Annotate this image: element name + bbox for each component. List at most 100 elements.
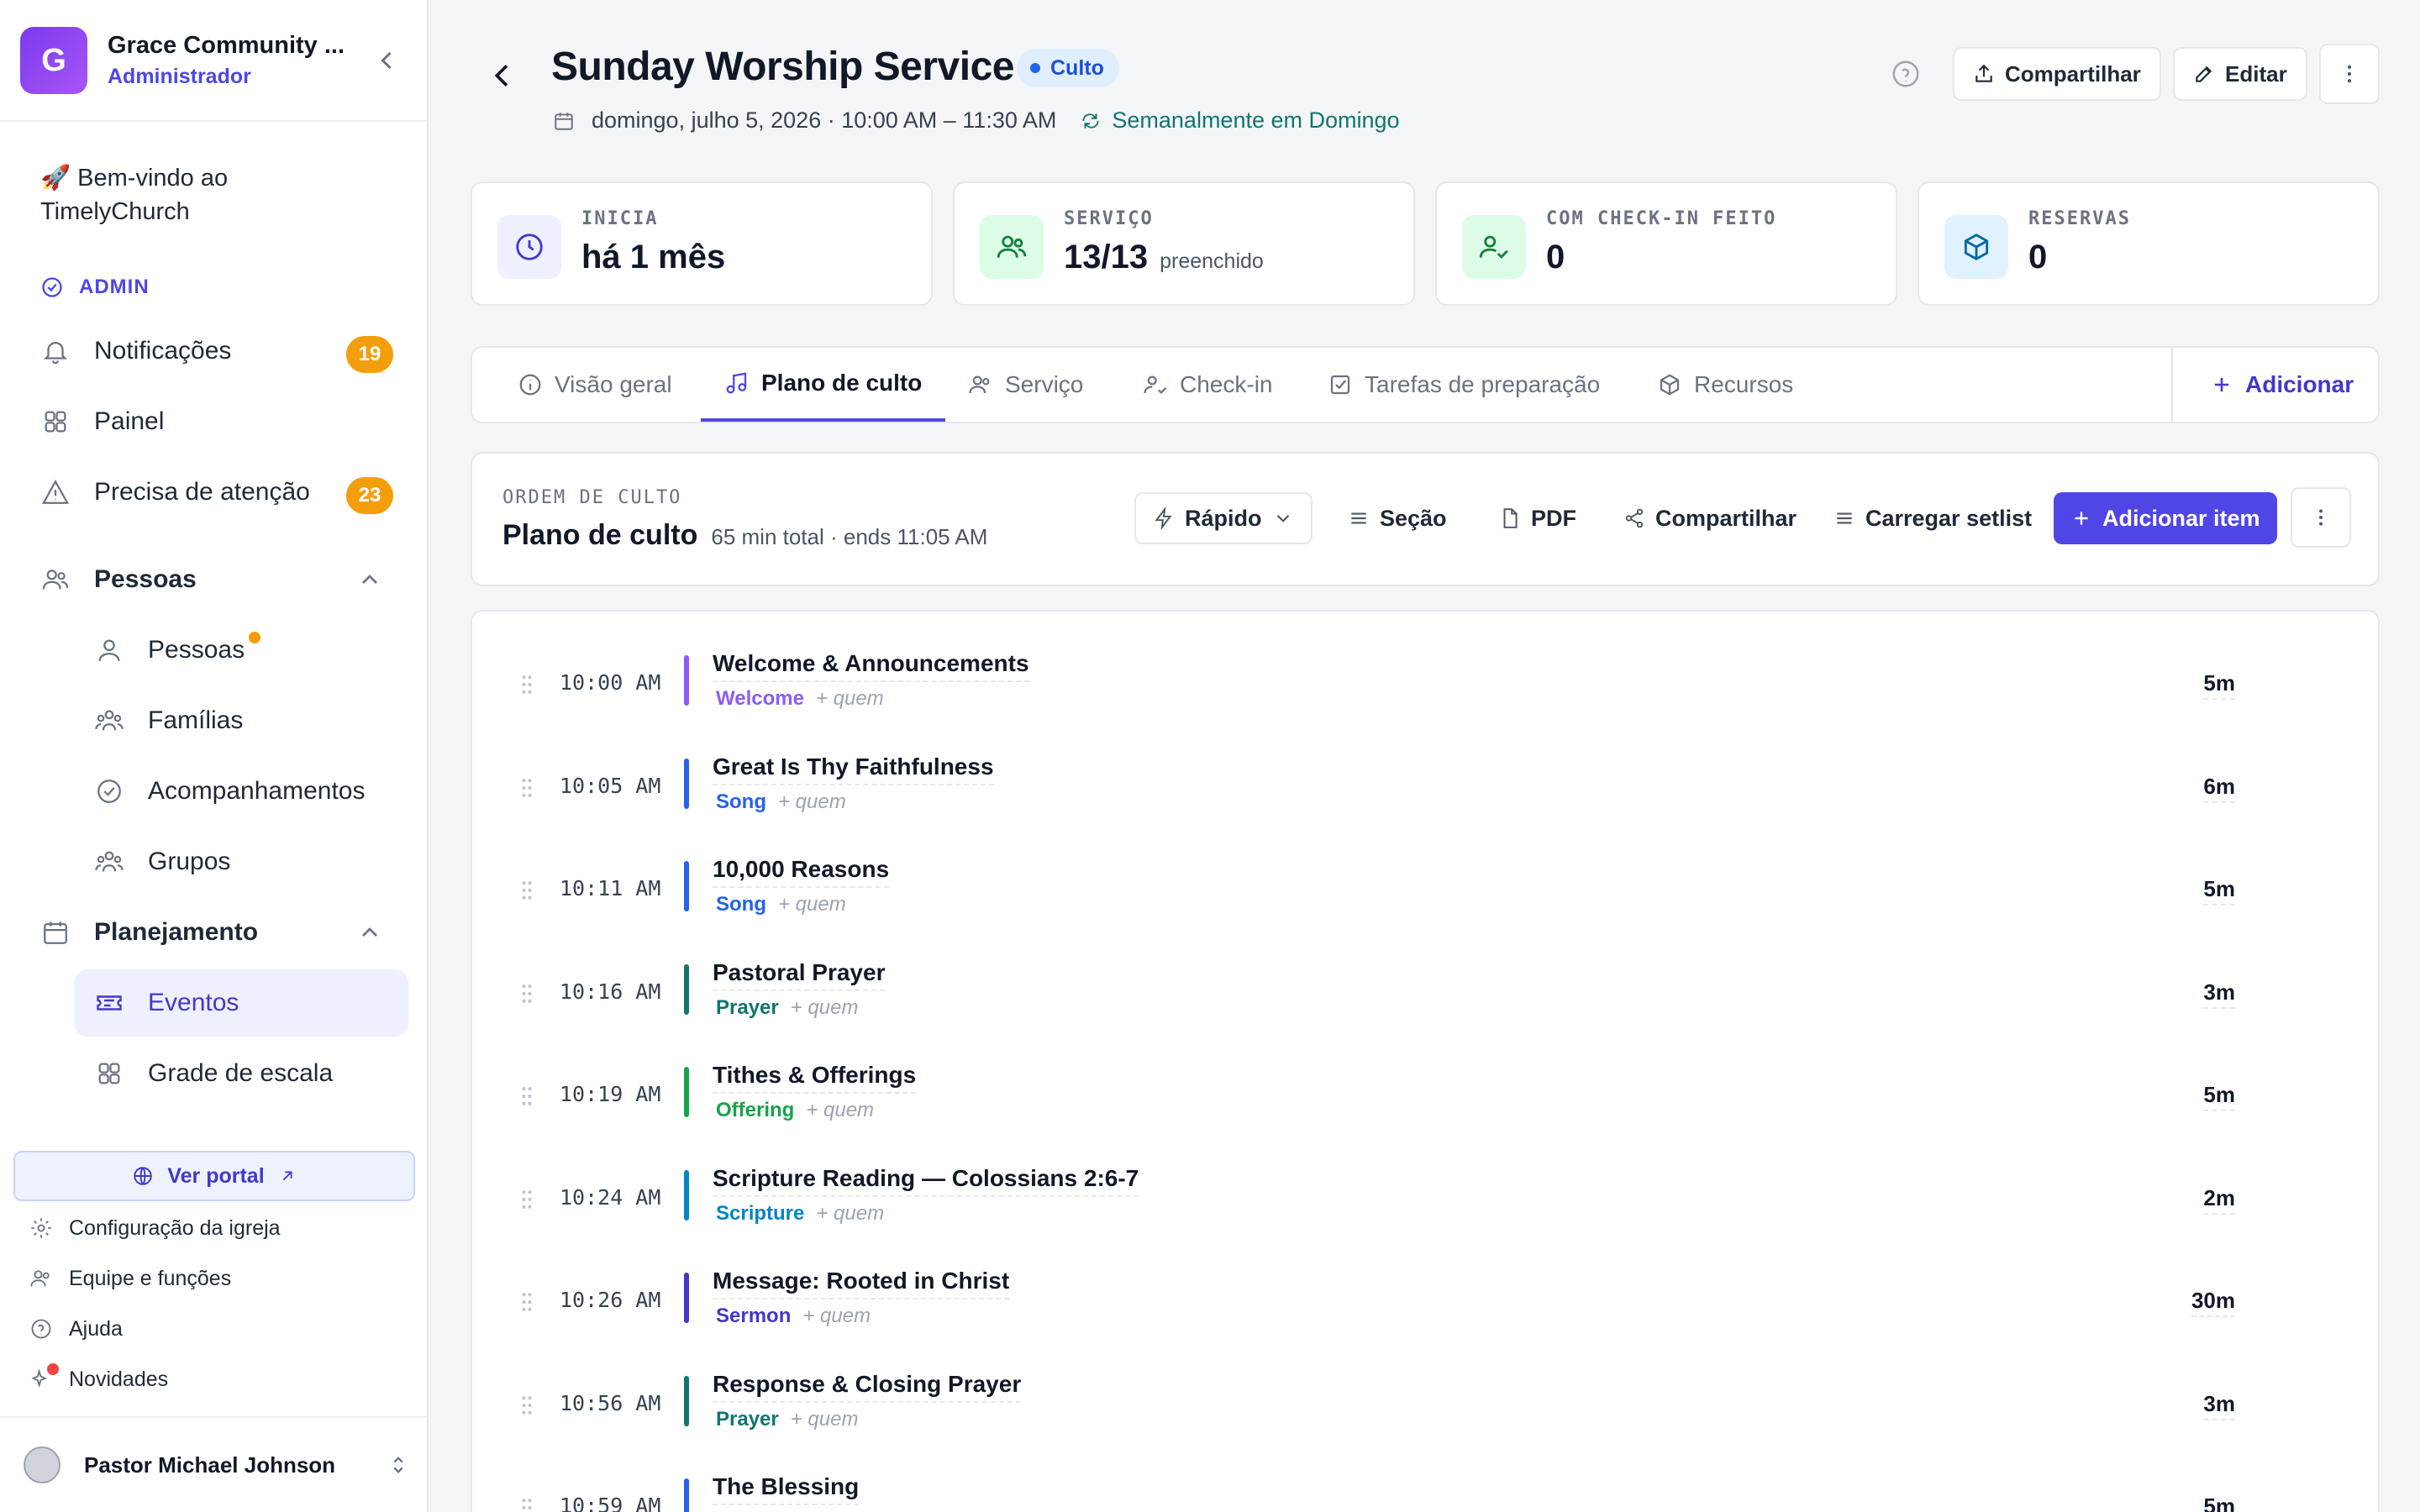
church-settings-link[interactable]: Configuração da igreja xyxy=(29,1210,281,1247)
nav-groups[interactable]: Grupos xyxy=(94,837,408,887)
drag-handle-icon[interactable] xyxy=(521,1291,533,1313)
item-title[interactable]: Response & Closing Prayer xyxy=(713,1371,1022,1403)
chevron-up-icon xyxy=(362,927,377,937)
item-time: 10:05 AM xyxy=(560,773,661,798)
item-duration[interactable]: 5m xyxy=(2203,1494,2235,1512)
nav-group-people[interactable]: Pessoas xyxy=(40,554,393,605)
drag-handle-icon[interactable] xyxy=(521,1394,533,1416)
drag-handle-icon[interactable] xyxy=(521,1497,533,1512)
tab-resources[interactable]: Recursos xyxy=(1634,348,1817,422)
calendar-icon xyxy=(40,917,71,948)
load-setlist-button[interactable]: Carregar setlist xyxy=(1817,492,2049,544)
share-event-button[interactable]: Compartilhar xyxy=(1953,47,2161,101)
item-duration[interactable]: 6m xyxy=(2203,774,2235,803)
tab-serving[interactable]: Serviço xyxy=(944,348,1107,422)
nav-notifications[interactable]: Notificações 19 xyxy=(40,326,393,376)
assign-who-link[interactable]: + quem xyxy=(778,893,846,916)
event-datetime-line: domingo, julho 5, 2026 · 10:00 AM – 11:3… xyxy=(553,108,1400,134)
item-category: Song + quem xyxy=(716,790,846,814)
assign-who-link[interactable]: + quem xyxy=(816,1202,884,1225)
item-duration[interactable]: 5m xyxy=(2203,1082,2235,1111)
stat-label: COM CHECK-IN FEITO xyxy=(1546,208,1777,229)
item-duration[interactable]: 2m xyxy=(2203,1185,2235,1215)
external-link-icon xyxy=(282,1171,292,1181)
tab-service-plan[interactable]: Plano de culto xyxy=(701,348,946,422)
drag-handle-icon[interactable] xyxy=(521,674,533,696)
nav-dashboard[interactable]: Painel xyxy=(40,396,393,447)
recurrence-link[interactable]: Semanalmente em Domingo xyxy=(1080,108,1400,134)
plan-more-button[interactable] xyxy=(2291,487,2351,548)
plan-item-row[interactable]: 10:11 AM 10,000 Reasons Song + quem 5m xyxy=(472,851,2378,953)
edit-event-button[interactable]: Editar xyxy=(2173,47,2307,101)
add-tab-button[interactable]: Adicionar xyxy=(2193,348,2370,422)
welcome-link[interactable]: 🚀 Bem-vindo ao TimelyChurch xyxy=(40,161,376,228)
add-section-button[interactable]: Seção xyxy=(1331,492,1464,544)
assign-who-link[interactable]: + quem xyxy=(802,1305,871,1327)
tab-check-in[interactable]: Check-in xyxy=(1119,348,1296,422)
plan-item-row[interactable]: 10:56 AM Response & Closing Prayer Prayer +… xyxy=(472,1366,2378,1468)
drag-handle-icon[interactable] xyxy=(521,777,533,799)
assign-who-link[interactable]: + quem xyxy=(791,996,859,1019)
item-category: Scripture + quem xyxy=(716,1202,884,1226)
share-plan-button[interactable]: Compartilhar xyxy=(1607,492,1813,544)
tab-overview[interactable]: Visão geral xyxy=(494,348,696,422)
nav-people[interactable]: Pessoas xyxy=(94,625,408,675)
drag-handle-icon[interactable] xyxy=(521,1085,533,1107)
add-item-button[interactable]: Adicionar item xyxy=(2054,492,2277,544)
nav-group-planning[interactable]: Planejamento xyxy=(40,907,393,958)
stat-value-text: há 1 mês xyxy=(581,239,726,276)
view-portal-button[interactable]: Ver portal xyxy=(13,1151,415,1201)
item-title[interactable]: Message: Rooted in Christ xyxy=(713,1268,1010,1299)
item-duration[interactable]: 30m xyxy=(2191,1288,2235,1317)
assign-who-link[interactable]: + quem xyxy=(778,790,846,813)
plan-item-row[interactable]: 10:00 AM Welcome & Announcements Welcome + … xyxy=(472,645,2378,748)
plan-item-row[interactable]: 10:26 AM Message: Rooted in Christ Sermon +… xyxy=(472,1263,2378,1365)
drag-handle-icon[interactable] xyxy=(521,1189,533,1210)
plan-item-row[interactable]: 10:16 AM Pastoral Prayer Prayer + quem 3m xyxy=(472,954,2378,1057)
item-title[interactable]: Pastoral Prayer xyxy=(713,959,886,991)
nav-attention[interactable]: Precisa de atenção 23 xyxy=(40,467,393,517)
item-title[interactable]: 10,000 Reasons xyxy=(713,856,890,888)
plan-item-row[interactable]: 10:24 AM Scripture Reading — Colossians 2… xyxy=(472,1160,2378,1263)
list-icon xyxy=(1837,512,1852,524)
assign-who-link[interactable]: + quem xyxy=(806,1099,874,1121)
item-title[interactable]: Tithes & Offerings xyxy=(713,1062,917,1094)
item-duration[interactable]: 5m xyxy=(2203,876,2235,906)
tab-prep-tasks[interactable]: Tarefas de preparação xyxy=(1304,348,1623,422)
item-time: 10:24 AM xyxy=(560,1184,661,1210)
nav-schedule-grid[interactable]: Grade de escala xyxy=(94,1048,408,1099)
status-dot xyxy=(1030,63,1040,73)
team-roles-link[interactable]: Equipe e funções xyxy=(29,1260,231,1297)
nav-events[interactable]: Eventos xyxy=(74,969,408,1037)
nav-families[interactable]: Famílias xyxy=(94,696,408,746)
stat-value-text: 0 xyxy=(2028,239,2048,276)
nav-follow-ups[interactable]: Acompanhamentos xyxy=(94,766,408,816)
assign-who-link[interactable]: + quem xyxy=(791,1408,859,1431)
item-title[interactable]: The Blessing xyxy=(713,1473,860,1505)
item-title[interactable]: Great Is Thy Faithfulness xyxy=(713,753,994,785)
drag-handle-icon[interactable] xyxy=(521,983,533,1005)
plan-item-row[interactable]: 10:59 AM The Blessing 5m xyxy=(472,1468,2378,1512)
upload-share-icon xyxy=(1975,64,1992,82)
help-link[interactable]: Ajuda xyxy=(29,1310,123,1347)
item-duration[interactable]: 3m xyxy=(2203,1391,2235,1420)
nav-notifications-label: Notificações xyxy=(94,337,232,365)
pdf-button[interactable]: PDF xyxy=(1482,492,1593,544)
assign-who-link[interactable]: + quem xyxy=(816,687,884,710)
quick-add-dropdown[interactable]: Rápido xyxy=(1134,492,1313,544)
more-options-button[interactable] xyxy=(2319,44,2380,104)
pdf-label: PDF xyxy=(1531,505,1576,531)
drag-handle-icon[interactable] xyxy=(521,879,533,901)
plan-item-row[interactable]: 10:19 AM Tithes & Offerings Offering + quem… xyxy=(472,1057,2378,1159)
item-duration[interactable]: 3m xyxy=(2203,979,2235,1009)
item-title[interactable]: Welcome & Announcements xyxy=(713,650,1029,682)
org-switcher[interactable]: G Grace Community ... Administrador xyxy=(20,27,407,94)
item-duration[interactable]: 5m xyxy=(2203,670,2235,700)
help-icon[interactable] xyxy=(1891,59,1921,89)
user-menu[interactable]: Pastor Michael Johnson xyxy=(24,1438,410,1492)
plan-item-row[interactable]: 10:05 AM Great Is Thy Faithfulness Song + q… xyxy=(472,748,2378,851)
whats-new-link[interactable]: Novidades xyxy=(29,1361,168,1398)
collapse-sidebar-icon[interactable] xyxy=(371,45,402,76)
item-title[interactable]: Scripture Reading — Colossians 2:6-7 xyxy=(713,1165,1139,1197)
back-arrow-icon[interactable] xyxy=(486,59,519,92)
